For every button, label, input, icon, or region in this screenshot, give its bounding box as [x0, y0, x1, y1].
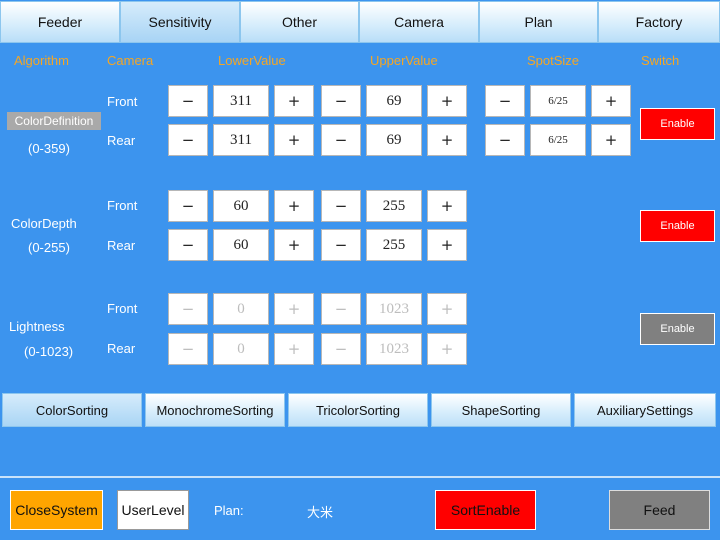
lower-value-field[interactable]: 311: [213, 85, 269, 117]
header-camera: Camera: [107, 53, 154, 68]
row-label-rear: Rear: [107, 341, 136, 356]
lower-minus-button[interactable]: −: [168, 333, 208, 365]
upper-value-field[interactable]: 1023: [366, 293, 422, 325]
subtab-auxiliary-settings[interactable]: AuxiliarySettings: [574, 393, 716, 427]
lower-minus-button[interactable]: −: [168, 190, 208, 222]
upper-plus-button[interactable]: +: [427, 190, 467, 222]
lower-plus-button[interactable]: +: [274, 293, 314, 325]
row-label-rear: Rear: [107, 238, 136, 253]
lower-minus-button[interactable]: −: [168, 293, 208, 325]
upper-minus-button[interactable]: −: [321, 333, 361, 365]
tab-sensitivity[interactable]: Sensitivity: [120, 1, 240, 43]
row-label-front: Front: [107, 198, 138, 213]
user-level-button[interactable]: UserLevel: [117, 490, 189, 530]
lower-minus-button[interactable]: −: [168, 229, 208, 261]
subtab-shape-sorting[interactable]: ShapeSorting: [431, 393, 571, 427]
upper-minus-button[interactable]: −: [321, 229, 361, 261]
upper-minus-button[interactable]: −: [321, 190, 361, 222]
color-definition-enable-button[interactable]: Enable: [640, 108, 715, 140]
upper-value-field[interactable]: 255: [366, 229, 422, 261]
lower-value-field[interactable]: 0: [213, 333, 269, 365]
plan-value: 大米: [307, 505, 334, 520]
tab-other[interactable]: Other: [240, 1, 359, 43]
header-algorithm: Algorithm: [14, 53, 69, 68]
close-system-button[interactable]: CloseSystem: [10, 490, 103, 530]
spot-size-field[interactable]: 6/25: [530, 85, 586, 117]
header-switch: Switch: [641, 53, 680, 68]
upper-value-field[interactable]: 1023: [366, 333, 422, 365]
upper-value-field[interactable]: 69: [366, 124, 422, 156]
subtab-tricolor-sorting[interactable]: TricolorSorting: [288, 393, 428, 427]
spot-plus-button[interactable]: +: [591, 85, 631, 117]
row-label-front: Front: [107, 94, 138, 109]
group-name-color-definition: ColorDefinition: [7, 112, 101, 130]
upper-plus-button[interactable]: +: [427, 85, 467, 117]
upper-plus-button[interactable]: +: [427, 229, 467, 261]
header-upper-value: UpperValue: [370, 53, 438, 68]
tab-plan[interactable]: Plan: [479, 1, 598, 43]
lower-plus-button[interactable]: +: [274, 229, 314, 261]
subtab-monochrome-sorting[interactable]: MonochromeSorting: [145, 393, 285, 427]
lower-plus-button[interactable]: +: [274, 333, 314, 365]
feed-button[interactable]: Feed: [609, 490, 710, 530]
group-name-color-depth: ColorDepth: [11, 216, 77, 231]
plan-label: Plan:: [214, 503, 244, 518]
spot-minus-button[interactable]: −: [485, 85, 525, 117]
lightness-enable-button[interactable]: Enable: [640, 313, 715, 345]
upper-minus-button[interactable]: −: [321, 124, 361, 156]
lower-value-field[interactable]: 60: [213, 229, 269, 261]
lower-value-field[interactable]: 0: [213, 293, 269, 325]
lower-minus-button[interactable]: −: [168, 85, 208, 117]
bottom-divider: [0, 476, 720, 478]
header-spot-size: SpotSize: [527, 53, 580, 68]
sort-enable-button[interactable]: SortEnable: [435, 490, 536, 530]
upper-plus-button[interactable]: +: [427, 293, 467, 325]
upper-minus-button[interactable]: −: [321, 293, 361, 325]
spot-size-field[interactable]: 6/25: [530, 124, 586, 156]
lower-value-field[interactable]: 311: [213, 124, 269, 156]
group-name-lightness: Lightness: [9, 319, 65, 334]
lower-minus-button[interactable]: −: [168, 124, 208, 156]
group-range-color-definition: (0-359): [28, 141, 70, 156]
upper-plus-button[interactable]: +: [427, 333, 467, 365]
group-range-color-depth: (0-255): [28, 240, 70, 255]
upper-minus-button[interactable]: −: [321, 85, 361, 117]
color-depth-enable-button[interactable]: Enable: [640, 210, 715, 242]
lower-plus-button[interactable]: +: [274, 190, 314, 222]
header-lower-value: LowerValue: [218, 53, 286, 68]
tab-camera[interactable]: Camera: [359, 1, 479, 43]
upper-plus-button[interactable]: +: [427, 124, 467, 156]
spot-minus-button[interactable]: −: [485, 124, 525, 156]
upper-value-field[interactable]: 255: [366, 190, 422, 222]
row-label-rear: Rear: [107, 133, 136, 148]
tab-feeder[interactable]: Feeder: [0, 1, 120, 43]
group-range-lightness: (0-1023): [24, 344, 74, 359]
lower-plus-button[interactable]: +: [274, 124, 314, 156]
spot-plus-button[interactable]: +: [591, 124, 631, 156]
lower-value-field[interactable]: 60: [213, 190, 269, 222]
row-label-front: Front: [107, 301, 138, 316]
upper-value-field[interactable]: 69: [366, 85, 422, 117]
lower-plus-button[interactable]: +: [274, 85, 314, 117]
subtab-color-sorting[interactable]: ColorSorting: [2, 393, 142, 427]
tab-factory[interactable]: Factory: [598, 1, 720, 43]
